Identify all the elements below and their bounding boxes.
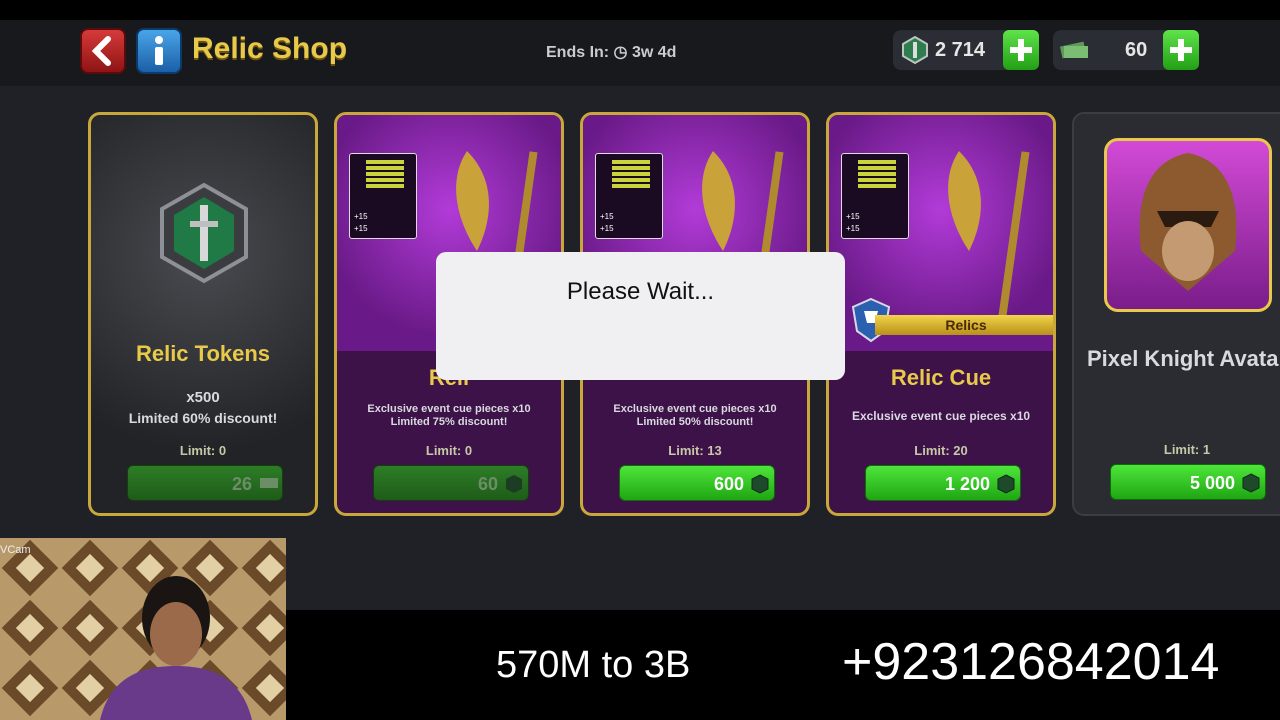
shop-card-pixel-knight-avatar[interactable]: Pixel Knight Avatar Limit: 1 5 000 — [1072, 112, 1280, 516]
card-discount: Limited 50% discount! — [636, 416, 754, 428]
price-value: 5 000 — [1189, 473, 1235, 493]
card-limit: Limit: 13 — [668, 443, 722, 458]
stat-bonus-a: +15 — [846, 212, 860, 221]
buy-button[interactable]: 1 200 — [865, 465, 1021, 501]
cue-stats-panel: +15 +15 — [841, 153, 909, 239]
avatar — [1104, 138, 1272, 312]
card-limit: Limit: 0 — [179, 443, 227, 458]
price-value: 600 — [713, 474, 744, 494]
buy-button[interactable]: 26 — [127, 465, 283, 501]
card-discount: Limited 75% discount! — [390, 416, 508, 428]
price-value: 26 — [231, 474, 252, 494]
price-value: 60 — [477, 474, 498, 494]
stream-phone-number: +923126842014 — [842, 633, 1220, 691]
plus-icon — [1170, 39, 1192, 61]
back-button[interactable] — [80, 28, 126, 74]
add-cash-button[interactable] — [1163, 30, 1199, 70]
ends-in-timer: Ends In: ◷ 3w 4d — [546, 44, 677, 61]
relic-token-icon — [506, 475, 522, 493]
relic-token-icon — [997, 474, 1015, 494]
shop-card-relic-cue[interactable]: +15 +15 Relics Relic Cue Exclusive event… — [826, 112, 1056, 516]
stat-bonus-b: +15 — [846, 224, 860, 233]
card-quantity: x500 — [186, 389, 220, 406]
cash-count: 60 — [1125, 39, 1148, 61]
card-discount: Limited 60% discount! — [128, 410, 278, 426]
card-description: Exclusive event cue pieces x10 — [851, 409, 1031, 423]
relic-token-icon — [1242, 473, 1260, 493]
card-description: Exclusive event cue pieces x10 — [367, 403, 531, 415]
webcam-feed: VCam — [0, 538, 286, 720]
webcam-person-image — [0, 538, 286, 720]
top-bar: Relic Shop Ends In: ◷ 3w 4d 2 714 60 — [0, 20, 1280, 86]
relic-token-icon — [902, 36, 928, 64]
add-relic-tokens-button[interactable] — [1003, 30, 1039, 70]
relic-token-icon — [160, 182, 248, 284]
card-limit: Limit: 20 — [914, 443, 968, 458]
relics-ribbon: Relics — [875, 315, 1053, 335]
relic-token-balance: 2 714 — [893, 30, 1039, 70]
stat-bonus-a: +15 — [600, 212, 614, 221]
knight-helmet-icon — [1139, 153, 1237, 291]
plus-icon — [1010, 39, 1032, 61]
webcam-label: VCam — [0, 544, 31, 556]
please-wait-dialog: Please Wait... — [436, 252, 845, 380]
ribbon-label: Relics — [945, 317, 987, 333]
card-limit: Limit: 0 — [425, 443, 473, 458]
cash-icon — [1060, 41, 1088, 59]
buy-button[interactable]: 600 — [619, 465, 775, 501]
info-icon — [155, 36, 163, 65]
stat-bonus-b: +15 — [354, 224, 368, 233]
buy-button[interactable]: 5 000 — [1110, 464, 1266, 500]
stat-bonus-b: +15 — [600, 224, 614, 233]
dialog-message: Please Wait... — [566, 278, 715, 305]
chevron-left-icon — [91, 36, 111, 66]
card-title: Pixel Knight Avatar — [1086, 346, 1280, 371]
cue-stats-panel: +15 +15 — [595, 153, 663, 239]
card-limit: Limit: 1 — [1163, 442, 1211, 457]
cash-balance: 60 — [1053, 30, 1199, 70]
relic-token-count: 2 714 — [935, 39, 986, 61]
buy-button[interactable]: 60 — [373, 465, 529, 501]
stream-caption: 570M to 3B — [496, 644, 691, 686]
cash-icon — [260, 478, 278, 488]
page-title: Relic Shop — [192, 32, 348, 65]
cue-stats-panel: +15 +15 — [349, 153, 417, 239]
shop-card-relic-tokens[interactable]: Relic Tokens x500 Limited 60% discount! … — [88, 112, 318, 516]
card-title: Relic Tokens — [135, 341, 271, 366]
stat-bonus-a: +15 — [354, 212, 368, 221]
cue-piece-icon — [948, 151, 1030, 331]
game-window: Relic Shop Ends In: ◷ 3w 4d 2 714 60 Rel… — [0, 20, 1280, 610]
relic-token-icon — [751, 474, 769, 494]
info-button[interactable] — [136, 28, 182, 74]
price-value: 1 200 — [944, 474, 990, 494]
card-description: Exclusive event cue pieces x10 — [613, 403, 777, 415]
card-title: Relic Cue — [890, 365, 992, 390]
